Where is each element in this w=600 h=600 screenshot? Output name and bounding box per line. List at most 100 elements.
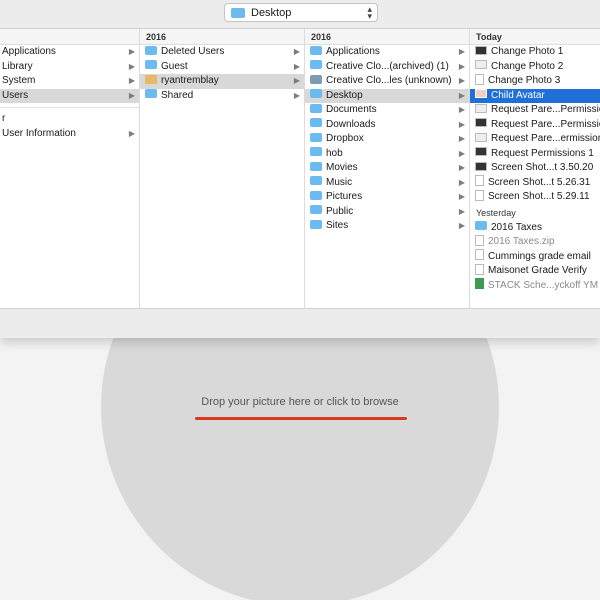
list-item[interactable]: System ▶ bbox=[0, 74, 139, 89]
document-icon bbox=[475, 189, 484, 201]
list-item[interactable]: Request Pare...Permissio bbox=[470, 118, 600, 133]
list-item[interactable]: STACK Sche...yckoff YM bbox=[470, 278, 600, 294]
column-root: Applications ▶ Library ▶ System ▶ Users ▶ r … bbox=[0, 29, 140, 310]
document-icon bbox=[475, 263, 484, 275]
image-icon bbox=[475, 147, 487, 157]
chevron-right-icon: ▶ bbox=[458, 192, 465, 201]
item-label: Request Permissions 1 bbox=[491, 147, 594, 159]
list-item[interactable]: 2016 Taxes bbox=[470, 221, 600, 236]
item-label: User Information bbox=[2, 127, 76, 139]
list-item[interactable]: Library ▶ bbox=[0, 60, 139, 75]
folder-icon bbox=[310, 176, 322, 186]
list-item[interactable]: Cummings grade email bbox=[470, 249, 600, 265]
list-item[interactable]: Public ▶ bbox=[305, 205, 469, 220]
folder-icon bbox=[145, 45, 157, 55]
list-item[interactable]: User Information ▶ bbox=[0, 127, 139, 142]
chevron-right-icon: ▶ bbox=[458, 221, 465, 230]
item-label: ryantremblay bbox=[161, 75, 219, 86]
image-icon bbox=[475, 103, 487, 113]
item-label: Downloads bbox=[326, 118, 376, 130]
home-icon bbox=[145, 74, 157, 84]
list-item[interactable]: Maisonet Grade Verify bbox=[470, 263, 600, 279]
chevron-right-icon: ▶ bbox=[458, 148, 465, 158]
avatar-icon bbox=[475, 89, 487, 99]
folder-icon bbox=[310, 118, 322, 128]
item-label: Public bbox=[326, 205, 354, 217]
item-label: Cummings grade email bbox=[488, 250, 591, 262]
item-label: Screen Shot...t 5.29.11 bbox=[488, 191, 590, 202]
chevron-right-icon: ▶ bbox=[128, 90, 135, 100]
list-item[interactable]: Pictures ▶ bbox=[305, 190, 469, 205]
item-label: Library bbox=[2, 60, 33, 72]
dialog-bottom-bar bbox=[0, 309, 600, 338]
folder-icon bbox=[310, 205, 322, 215]
list-item[interactable]: Guest ▶ bbox=[140, 60, 304, 75]
list-item-selected[interactable]: ryantremblay ▶ bbox=[140, 74, 304, 89]
folder-icon bbox=[310, 45, 322, 55]
list-item[interactable]: Movies ▶ bbox=[305, 161, 469, 176]
document-icon bbox=[475, 249, 484, 261]
item-label: Documents bbox=[326, 104, 377, 115]
list-item[interactable]: Creative Clo...les (unknown) ▶ bbox=[305, 74, 469, 89]
item-label: System bbox=[2, 75, 36, 86]
list-item[interactable]: Screen Shot...t 3.50.20 bbox=[470, 161, 600, 176]
chevron-right-icon: ▶ bbox=[293, 90, 300, 100]
folder-icon bbox=[310, 161, 322, 171]
list-item[interactable]: Applications ▶ bbox=[0, 45, 139, 60]
folder-icon bbox=[310, 147, 322, 157]
drop-zone-text[interactable]: Drop your picture here or click to brows… bbox=[0, 396, 600, 408]
document-icon bbox=[475, 175, 484, 187]
list-item[interactable]: Change Photo 3 bbox=[470, 73, 600, 89]
zip-icon bbox=[475, 234, 484, 246]
list-item[interactable]: Sites ▶ bbox=[305, 219, 469, 234]
list-item-selected[interactable]: Desktop ▶ bbox=[305, 88, 469, 103]
chevron-right-icon: ▶ bbox=[458, 61, 465, 71]
list-item[interactable]: Deleted Users ▶ bbox=[140, 45, 304, 60]
item-label: Desktop bbox=[326, 89, 363, 101]
list-item-selected[interactable]: Users ▶ bbox=[0, 88, 139, 103]
list-item[interactable]: 2016 Taxes.zip bbox=[470, 234, 600, 250]
list-item[interactable]: Music ▶ bbox=[305, 176, 469, 191]
list-item[interactable]: Downloads ▶ bbox=[305, 118, 469, 133]
image-icon bbox=[475, 161, 487, 171]
item-label: Applications bbox=[326, 46, 380, 57]
list-item[interactable]: Request Pare...ermission bbox=[470, 132, 600, 147]
item-label: Shared bbox=[161, 89, 194, 101]
list-item[interactable]: hob ▶ bbox=[305, 147, 469, 162]
folder-icon bbox=[475, 221, 487, 231]
spreadsheet-icon bbox=[475, 278, 484, 290]
list-item[interactable]: Creative Clo...(archived) (1) ▶ bbox=[305, 60, 469, 75]
list-item[interactable]: Shared ▶ bbox=[140, 89, 304, 104]
list-item[interactable]: Request Pare...Permissio bbox=[470, 103, 600, 118]
column-browser: Applications ▶ Library ▶ System ▶ Users ▶ r … bbox=[0, 28, 600, 310]
column-users: 2016 Deleted Users ▶ Guest ▶ ryantremblay ▶… bbox=[140, 29, 305, 310]
item-label: Creative Clo...(archived) (1) bbox=[326, 60, 449, 72]
image-icon bbox=[475, 132, 487, 142]
item-label: Screen Shot...t 5.26.31 bbox=[488, 176, 591, 188]
list-item[interactable]: Request Permissions 1 bbox=[470, 147, 600, 162]
item-label: hob bbox=[326, 147, 343, 159]
column-home: 2016 Applications ▶ Creative Clo...(archi… bbox=[305, 29, 470, 310]
list-item[interactable]: Change Photo 2 bbox=[470, 60, 600, 75]
list-item[interactable]: Screen Shot...t 5.26.31 bbox=[470, 175, 600, 191]
image-icon bbox=[475, 60, 487, 70]
item-label: Request Pare...Permissio bbox=[491, 104, 600, 115]
column-header: 2016 bbox=[140, 29, 304, 45]
list-item[interactable]: Applications ▶ bbox=[305, 45, 469, 60]
list-item[interactable]: Screen Shot...t 5.29.11 bbox=[470, 189, 600, 205]
list-item[interactable]: Dropbox ▶ bbox=[305, 132, 469, 147]
item-label: Child Avatar bbox=[491, 89, 545, 101]
location-popup-button[interactable]: Desktop ▴ ▾ bbox=[224, 3, 378, 22]
list-item[interactable]: Documents ▶ bbox=[305, 103, 469, 118]
list-item[interactable]: Change Photo 1 bbox=[470, 45, 600, 60]
folder-icon bbox=[310, 190, 322, 200]
list-item-selected[interactable]: Child Avatar bbox=[470, 88, 600, 103]
chevron-right-icon: ▶ bbox=[458, 47, 465, 56]
item-label: 2016 Taxes bbox=[491, 221, 542, 233]
column-desktop: Today Change Photo 1 Change Photo 2 Chan… bbox=[470, 29, 600, 310]
chevron-right-icon: ▶ bbox=[293, 47, 300, 56]
list-item[interactable]: r bbox=[0, 112, 139, 127]
folder-icon bbox=[145, 60, 157, 70]
chevron-right-icon: ▶ bbox=[128, 61, 135, 71]
item-label: Users bbox=[2, 89, 29, 101]
